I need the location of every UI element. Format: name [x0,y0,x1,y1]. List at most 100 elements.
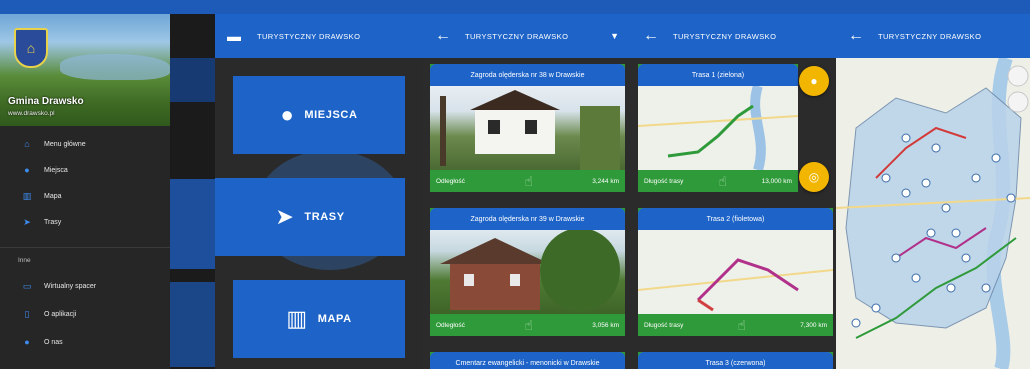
map-icon: ▥ [22,190,32,201]
home-screen: ▬ TURYSTYCZNY DRAWSKO ● MIEJSCA ➤ TRASY … [215,0,423,369]
card-photo [430,86,625,170]
card-title: Zagroda olęderska nr 38 w Drawskie [430,64,625,86]
card-title: Zagroda olęderska nr 39 w Drawskie [430,208,625,230]
touch-icon: ☝ [737,316,747,333]
route-card[interactable]: Trasa 1 (zielona) Długość trasy ☝ 13,000… [638,64,798,192]
cast-icon: ▭ [22,280,32,291]
menu-icon[interactable]: ▬ [227,28,241,44]
drawer-subtitle: www.drawsko.pl [8,110,55,117]
target-icon: ◎ [808,170,820,184]
route-length-label: Długość trasy [644,177,684,185]
routes-button[interactable]: ➤ TRASY [215,178,405,256]
map-button[interactable]: ▥ MAPA [233,280,405,358]
scrim-button [170,282,215,367]
back-arrow-icon[interactable]: ← [848,27,864,45]
drawer-header: ⌂ Gmina Drawsko www.drawsko.pl [0,14,170,126]
card-photo [430,230,625,314]
route-icon: ➤ [23,216,31,227]
drawer-item-label: Menu główne [44,140,86,148]
app-bar-title: TURYSTYCZNY DRAWSKO [257,31,361,41]
location-fab[interactable]: ● [799,66,829,96]
card-footer: Odległość ☝ 3,056 km [430,314,625,336]
place-card[interactable]: Zagroda olęderska nr 39 w Drawskie Odleg… [430,208,625,336]
back-arrow-icon[interactable]: ← [435,27,451,45]
drawer-item-label: Trasy [44,218,62,226]
route-card[interactable]: Trasa 2 (fioletowa) Długość trasy ☝ 7,30… [638,208,833,336]
distance-value: 3,056 km [592,321,619,329]
app-bar: ← TURYSTYCZNY DRAWSKO [631,14,836,58]
dropdown-icon[interactable]: ▼ [610,31,619,41]
route-map-graphic [638,86,798,170]
app-bar-title: TURYSTYCZNY DRAWSKO [465,31,569,41]
drawer-item-about-us[interactable]: ● O nas [0,330,170,354]
lake-image [60,54,170,80]
map-icon: ▥ [286,306,308,331]
scrim-app-bar [170,58,215,102]
touch-icon: ☝ [524,172,533,189]
app-bar: ← TURYSTYCZNY DRAWSKO [836,14,1030,58]
route-length-value: 7,300 km [800,321,827,329]
info-icon: ● [24,337,30,347]
drawer-item-home[interactable]: ⌂ Menu główne [0,132,170,156]
map-graphic [836,58,1030,369]
routes-button-label: TRASY [304,211,345,223]
places-button[interactable]: ● MIEJSCA [233,76,405,154]
route-length-value: 13,000 km [761,177,792,185]
map-screen: ← TURYSTYCZNY DRAWSKO [836,0,1030,369]
drawer-item-places[interactable]: ● Miejsca [0,158,170,182]
route-length-label: Długość trasy [644,321,684,329]
distance-value: 3,244 km [592,177,619,185]
place-icon: ● [280,102,295,127]
drawer-item-label: Wirtualny spacer [44,282,97,290]
card-footer: Długość trasy ☝ 7,300 km [638,314,833,336]
drawer-menu: ⌂ Menu główne ● Miejsca ▥ Mapa ➤ Trasy I… [0,126,170,369]
map-view[interactable] [836,58,1030,369]
distance-label: Odległość [436,177,465,185]
route-card[interactable]: Trasa 3 (czerwona) [638,352,833,369]
app-bar: ▬ TURYSTYCZNY DRAWSKO [215,14,423,58]
route-map-thumbnail [638,86,798,170]
touch-icon: ☝ [524,316,533,333]
scrim-button [170,179,215,269]
app-bar-title: TURYSTYCZNY DRAWSKO [673,31,777,41]
house-photo [440,90,620,170]
drawer-section-label: Inne [18,257,31,264]
distance-label: Odległość [436,321,465,329]
card-footer: Długość trasy ☝ 13,000 km [638,170,798,192]
drawer-item-label: O nas [44,338,63,346]
drawer-screen: ⌂ Gmina Drawsko www.drawsko.pl ⌂ Menu gł… [0,0,215,369]
app-bar: ← TURYSTYCZNY DRAWSKO ▼ [423,14,631,58]
places-button-label: MIEJSCA [304,109,358,121]
app-bar-title: TURYSTYCZNY DRAWSKO [878,31,982,41]
drawer-item-routes[interactable]: ➤ Trasy [0,210,170,234]
route-map-thumbnail [638,230,833,314]
card-footer: Odległość ☝ 3,244 km [430,170,625,192]
place-card[interactable]: Cmentarz ewangelicki - menonicki w Draws… [430,352,625,369]
status-bar [836,0,1030,14]
card-title: Cmentarz ewangelicki - menonicki w Draws… [430,352,625,369]
drawer-item-label: O aplikacji [44,310,77,318]
card-title: Trasa 1 (zielona) [638,64,798,86]
drawer-divider [0,247,170,248]
places-list-screen: ← TURYSTYCZNY DRAWSKO ▼ Zagroda olędersk… [423,0,631,369]
map-button-label: MAPA [317,313,352,325]
target-fab[interactable]: ◎ [799,162,829,192]
location-icon: ● [810,74,818,88]
card-title: Trasa 2 (fioletowa) [638,208,833,230]
drawer-title: Gmina Drawsko [8,96,84,107]
drawer-item-label: Mapa [44,192,62,200]
drawer-item-map[interactable]: ▥ Mapa [0,184,170,208]
place-card[interactable]: Zagroda olęderska nr 38 w Drawskie Odleg… [430,64,625,192]
drawer-item-about-app[interactable]: ▯ O aplikacji [0,302,170,326]
drawer-item-virtual-walk[interactable]: ▭ Wirtualny spacer [0,274,170,298]
drawer-scrim[interactable] [170,14,215,369]
house-photo [440,230,620,312]
back-arrow-icon[interactable]: ← [643,27,659,45]
touch-icon: ☝ [718,172,727,189]
phone-icon: ▯ [24,308,30,319]
home-icon: ⌂ [24,139,30,149]
status-bar [215,0,423,14]
drawer-item-label: Miejsca [44,166,68,174]
status-bar [631,0,836,14]
crest-icon: ⌂ [14,28,48,68]
